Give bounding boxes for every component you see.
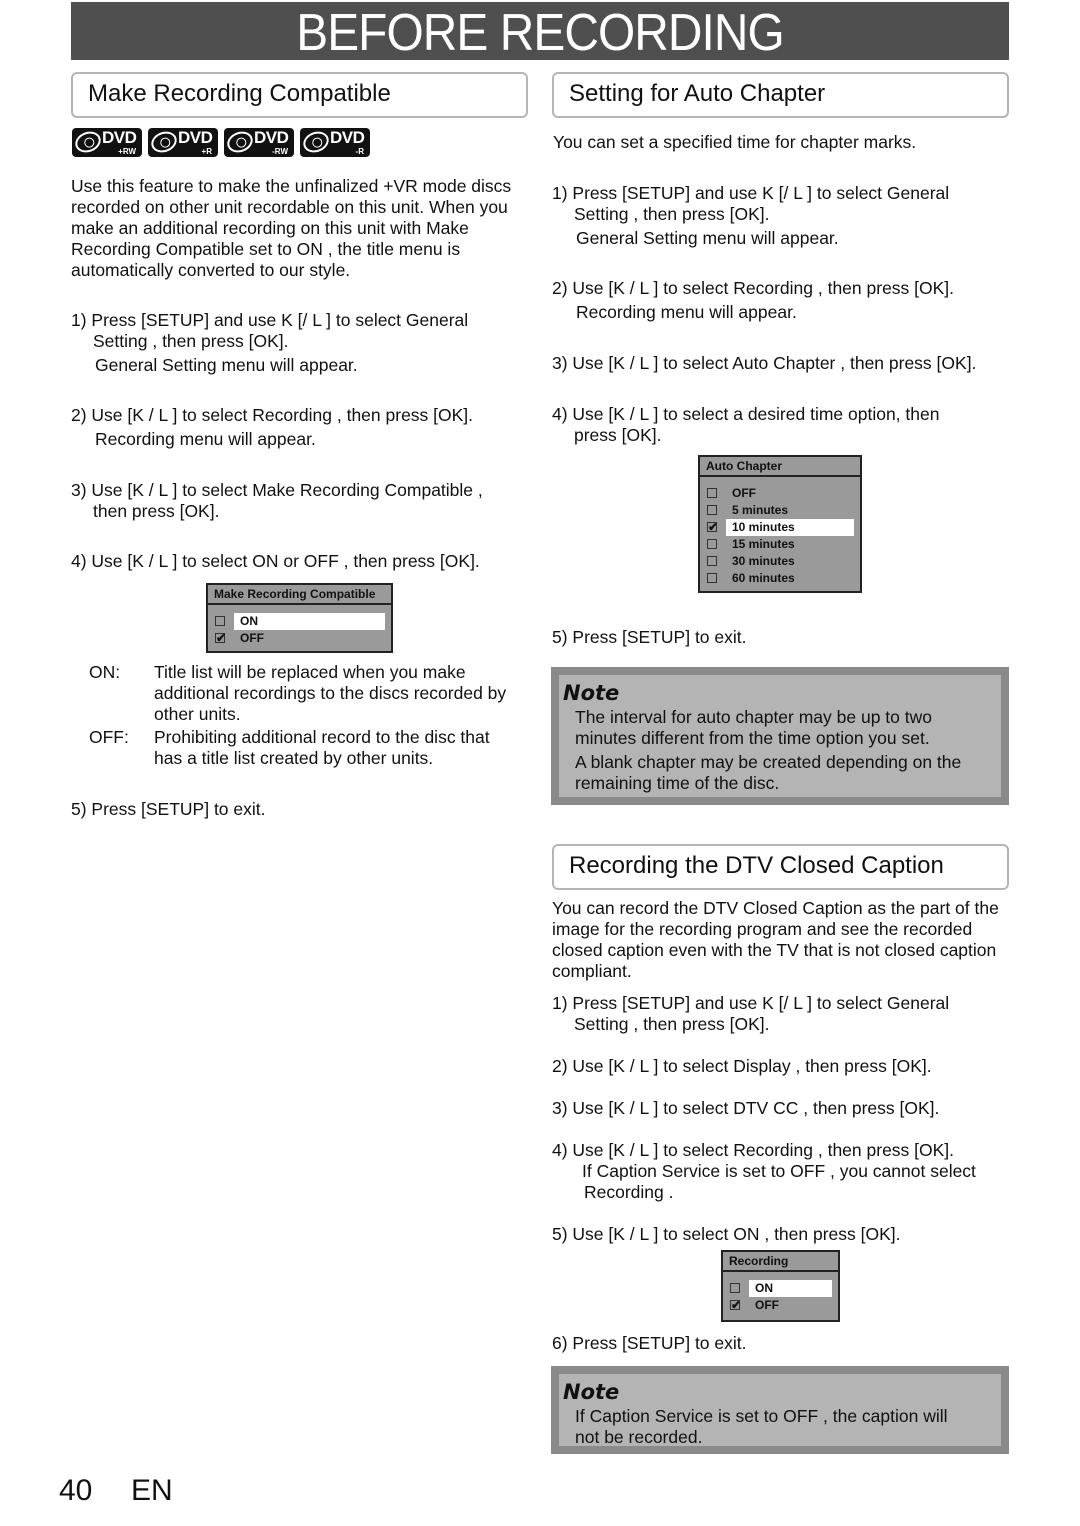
page-title-bar: BEFORE RECORDING	[71, 2, 1009, 62]
menu-title: Auto Chapter	[700, 457, 860, 477]
menu-option-off[interactable]: ✔ OFF	[723, 1297, 838, 1314]
section-heading-dtv-closed-caption: Recording the DTV Closed Caption	[552, 844, 1009, 890]
checkbox-checked-icon: ✔	[730, 1298, 742, 1312]
menu-option-on[interactable]: ON	[723, 1280, 838, 1297]
note-title: Note	[563, 1380, 620, 1404]
dvd-minus-r-icon: DVD -R	[300, 128, 370, 157]
step-5-exit: 5) Press [SETUP] to exit.	[71, 799, 266, 819]
step-1: 1) Press [SETUP] and use K [/ L ] to sel…	[71, 310, 469, 375]
checkbox-unchecked-icon	[707, 505, 717, 515]
dtv-step-6-exit: 6) Press [SETUP] to exit.	[552, 1333, 747, 1353]
auto-chapter-menu: Auto Chapter OFF 5 minutes ✔ 10 minutes 1…	[698, 455, 862, 593]
menu-title: Make Recording Compatible	[208, 585, 391, 605]
auto-chapter-note: Note The interval for auto chapter may b…	[551, 667, 1009, 805]
dtv-note: Note If Caption Service is set to OFF , …	[551, 1366, 1009, 1454]
menu-title: Recording	[723, 1252, 838, 1272]
checkbox-unchecked-icon	[707, 556, 717, 566]
checkbox-checked-icon: ✔	[215, 631, 227, 645]
step-4: 4) Use [K / L ] to select ON or OFF , th…	[71, 551, 480, 571]
intro-paragraph: Use this feature to make the unfinalized…	[71, 176, 512, 280]
dvd-plus-r-icon: DVD +R	[148, 128, 218, 157]
page-number: 40	[59, 1474, 93, 1507]
note-body: The interval for auto chapter may be up …	[575, 707, 962, 793]
auto-chapter-step-5-exit: 5) Press [SETUP] to exit.	[552, 627, 747, 647]
auto-chapter-intro: You can set a specified time for chapter…	[553, 132, 917, 152]
step-3: 3) Use [K / L ] to select Make Recording…	[71, 480, 483, 521]
checkbox-unchecked-icon	[215, 616, 225, 626]
dtv-step-3: 3) Use [K / L ] to select DTV CC , then …	[552, 1098, 940, 1118]
step-2: 2) Use [K / L ] to select Recording , th…	[71, 405, 474, 449]
dtv-step-2: 2) Use [K / L ] to select Display , then…	[552, 1056, 932, 1076]
dtv-step-1: 1) Press [SETUP] and use K [/ L ] to sel…	[552, 993, 950, 1034]
note-title: Note	[563, 681, 620, 705]
checkbox-checked-icon: ✔	[707, 520, 719, 534]
menu-option-60-minutes[interactable]: 60 minutes	[700, 570, 860, 587]
menu-option-5-minutes[interactable]: 5 minutes	[700, 502, 860, 519]
menu-option-30-minutes[interactable]: 30 minutes	[700, 553, 860, 570]
make-recording-compatible-menu: Make Recording Compatible ON ✔ OFF	[206, 583, 393, 653]
auto-chapter-step-1: 1) Press [SETUP] and use K [/ L ] to sel…	[552, 183, 950, 248]
definition-on: ON: Title list will be replaced when you…	[89, 662, 507, 724]
page-title: BEFORE RECORDING	[296, 4, 785, 62]
auto-chapter-step-4: 4) Use [K / L ] to select a desired time…	[552, 404, 940, 445]
dvd-plus-rw-icon: DVD +RW	[72, 128, 142, 157]
dtv-intro: You can record the DTV Closed Caption as…	[552, 898, 999, 981]
dtv-recording-menu: Recording ON ✔ OFF	[721, 1250, 840, 1322]
note-body: If Caption Service is set to OFF , the c…	[575, 1406, 948, 1447]
language-code: EN	[131, 1474, 173, 1507]
checkbox-unchecked-icon	[707, 539, 717, 549]
menu-option-off[interactable]: ✔ OFF	[208, 630, 391, 647]
dtv-step-4: 4) Use [K / L ] to select Recording , th…	[552, 1140, 976, 1202]
section-heading-make-recording-compatible: Make Recording Compatible	[71, 72, 528, 118]
menu-option-15-minutes[interactable]: 15 minutes	[700, 536, 860, 553]
auto-chapter-step-3: 3) Use [K / L ] to select Auto Chapter ,…	[552, 353, 977, 373]
checkbox-unchecked-icon	[707, 488, 717, 498]
menu-option-10-minutes[interactable]: ✔ 10 minutes	[700, 519, 860, 536]
auto-chapter-step-2: 2) Use [K / L ] to select Recording , th…	[552, 278, 955, 322]
checkbox-unchecked-icon	[730, 1283, 740, 1293]
menu-option-off[interactable]: OFF	[700, 485, 860, 502]
dvd-minus-rw-icon: DVD -RW	[224, 128, 294, 157]
definition-off: OFF: Prohibiting additional record to th…	[89, 727, 490, 768]
section-heading-auto-chapter: Setting for Auto Chapter	[552, 72, 1009, 118]
menu-option-on[interactable]: ON	[208, 613, 391, 630]
checkbox-unchecked-icon	[707, 573, 717, 583]
dtv-step-5: 5) Use [K / L ] to select ON , then pres…	[552, 1224, 901, 1244]
